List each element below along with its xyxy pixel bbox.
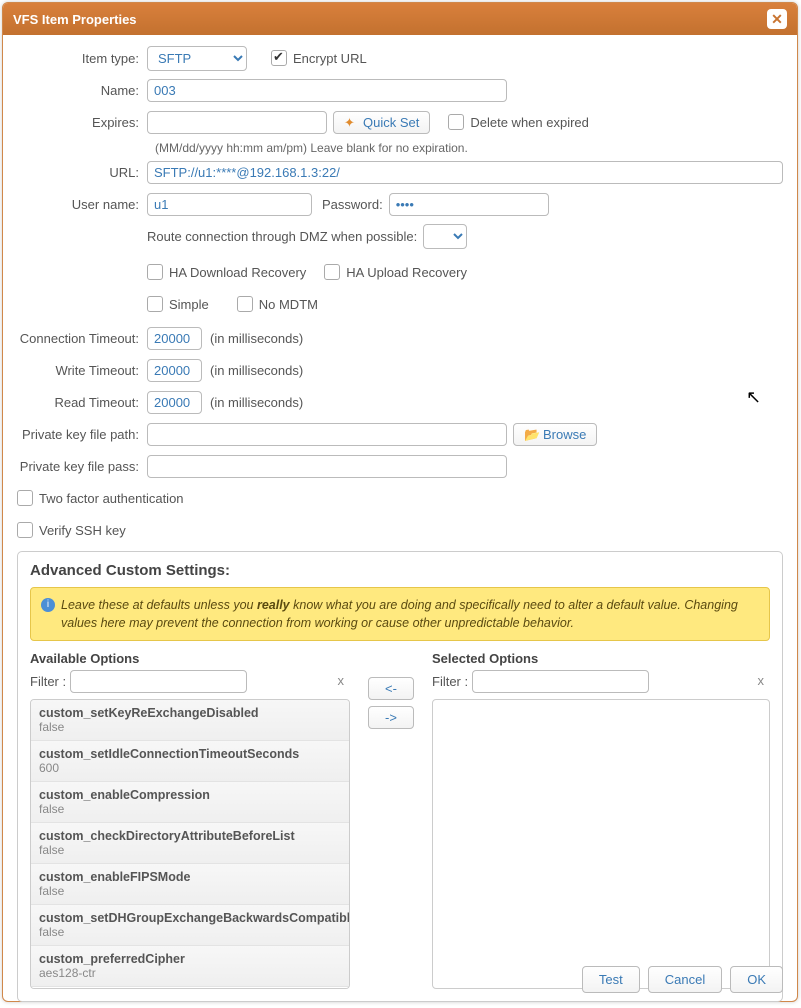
available-filter-input[interactable] [70, 670, 247, 693]
conn-timeout-input[interactable] [147, 327, 202, 350]
selected-options-list[interactable] [432, 699, 770, 989]
pk-path-input[interactable] [147, 423, 507, 446]
option-name: custom_preferredCipher [39, 952, 341, 966]
conn-timeout-unit: (in milliseconds) [210, 331, 303, 346]
info-icon: i [41, 598, 55, 612]
folder-icon: 📂 [524, 427, 538, 441]
no-mdtm-checkbox[interactable] [237, 296, 253, 312]
available-option-item[interactable]: custom_checkDirectoryAttributeBeforeList… [31, 823, 349, 864]
ha-upload-label: HA Upload Recovery [346, 265, 467, 280]
available-option-item[interactable]: custom_setIdleConnectionTimeoutSeconds60… [31, 741, 349, 782]
write-timeout-unit: (in milliseconds) [210, 363, 303, 378]
option-value: false [39, 720, 341, 734]
selected-filter-input[interactable] [472, 670, 649, 693]
label-password: Password: [322, 197, 383, 212]
option-name: custom_setDHGroupExchangeBackwardsCompat… [39, 911, 341, 925]
available-option-item[interactable]: custom_preferredCipheraes128-ctr [31, 946, 349, 987]
label-username: User name: [17, 197, 147, 212]
read-timeout-unit: (in milliseconds) [210, 395, 303, 410]
option-value: false [39, 925, 341, 939]
name-input[interactable] [147, 79, 507, 102]
selected-heading: Selected Options [432, 651, 770, 666]
titlebar: VFS Item Properties ✕ [3, 3, 797, 35]
wand-icon: ✦ [344, 115, 358, 129]
available-option-item[interactable]: custom_setDHGroupExchangeBackwardsCompat… [31, 905, 349, 946]
ha-download-label: HA Download Recovery [169, 265, 306, 280]
vfs-properties-dialog: VFS Item Properties ✕ Item type: SFTP En… [2, 2, 798, 1002]
expires-input[interactable] [147, 111, 327, 134]
move-left-button[interactable]: <- [368, 677, 414, 700]
no-mdtm-label: No MDTM [259, 297, 318, 312]
delete-when-expired-label: Delete when expired [470, 115, 589, 130]
write-timeout-input[interactable] [147, 359, 202, 382]
option-name: custom_enableCompression [39, 788, 341, 802]
available-filter-label: Filter : [30, 674, 66, 689]
read-timeout-input[interactable] [147, 391, 202, 414]
label-url: URL: [17, 165, 147, 180]
label-item-type: Item type: [17, 51, 147, 66]
delete-when-expired-checkbox[interactable] [448, 114, 464, 130]
option-name: custom_enableFIPSMode [39, 870, 341, 884]
selected-filter-clear-icon[interactable]: x [758, 673, 765, 688]
dialog-title: VFS Item Properties [13, 12, 137, 27]
verify-ssh-label: Verify SSH key [39, 523, 126, 538]
option-name: custom_setIdleConnectionTimeoutSeconds [39, 747, 341, 761]
label-write-timeout: Write Timeout: [17, 363, 147, 378]
url-input[interactable] [147, 161, 783, 184]
two-factor-label: Two factor authentication [39, 491, 184, 506]
expires-hint: (MM/dd/yyyy hh:mm am/pm) Leave blank for… [155, 141, 783, 155]
item-type-select[interactable]: SFTP [147, 46, 247, 71]
label-read-timeout: Read Timeout: [17, 395, 147, 410]
close-icon[interactable]: ✕ [767, 9, 787, 29]
move-right-button[interactable]: -> [368, 706, 414, 729]
option-name: custom_setKeyReExchangeDisabled [39, 706, 341, 720]
ha-upload-checkbox[interactable] [324, 264, 340, 280]
simple-label: Simple [169, 297, 209, 312]
available-option-item[interactable]: custom_enableCompressionfalse [31, 782, 349, 823]
quick-set-button[interactable]: ✦ Quick Set [333, 111, 430, 134]
option-value: aes128-ctr [39, 966, 341, 980]
test-button[interactable]: Test [582, 966, 640, 993]
browse-button[interactable]: 📂 Browse [513, 423, 597, 446]
available-option-item[interactable]: custom_setKeyReExchangeDisabledfalse [31, 700, 349, 741]
ha-download-checkbox[interactable] [147, 264, 163, 280]
password-input[interactable] [389, 193, 549, 216]
option-name: custom_checkDirectoryAttributeBeforeList [39, 829, 341, 843]
available-option-item[interactable]: custom_enableFIPSModefalse [31, 864, 349, 905]
cancel-button[interactable]: Cancel [648, 966, 722, 993]
two-factor-checkbox[interactable] [17, 490, 33, 506]
simple-checkbox[interactable] [147, 296, 163, 312]
advanced-notice: i Leave these at defaults unless you rea… [30, 587, 770, 641]
encrypt-url-label: Encrypt URL [293, 51, 367, 66]
option-value: false [39, 802, 341, 816]
label-pk-path: Private key file path: [17, 427, 147, 442]
selected-filter-label: Filter : [432, 674, 468, 689]
available-heading: Available Options [30, 651, 350, 666]
advanced-settings-section: Advanced Custom Settings: i Leave these … [17, 551, 783, 1002]
available-filter-clear-icon[interactable]: x [338, 673, 345, 688]
option-value: false [39, 884, 341, 898]
advanced-heading: Advanced Custom Settings: [30, 562, 770, 579]
option-value: false [39, 843, 341, 857]
label-name: Name: [17, 83, 147, 98]
option-value: 600 [39, 761, 341, 775]
label-conn-timeout: Connection Timeout: [17, 331, 147, 346]
verify-ssh-checkbox[interactable] [17, 522, 33, 538]
dmz-label: Route connection through DMZ when possib… [147, 229, 417, 244]
available-options-list[interactable]: custom_setKeyReExchangeDisabledfalsecust… [30, 699, 350, 989]
username-input[interactable] [147, 193, 312, 216]
encrypt-url-checkbox[interactable] [271, 50, 287, 66]
dmz-select[interactable] [423, 224, 467, 249]
label-pk-pass: Private key file pass: [17, 459, 147, 474]
ok-button[interactable]: OK [730, 966, 783, 993]
pk-pass-input[interactable] [147, 455, 507, 478]
label-expires: Expires: [17, 115, 147, 130]
